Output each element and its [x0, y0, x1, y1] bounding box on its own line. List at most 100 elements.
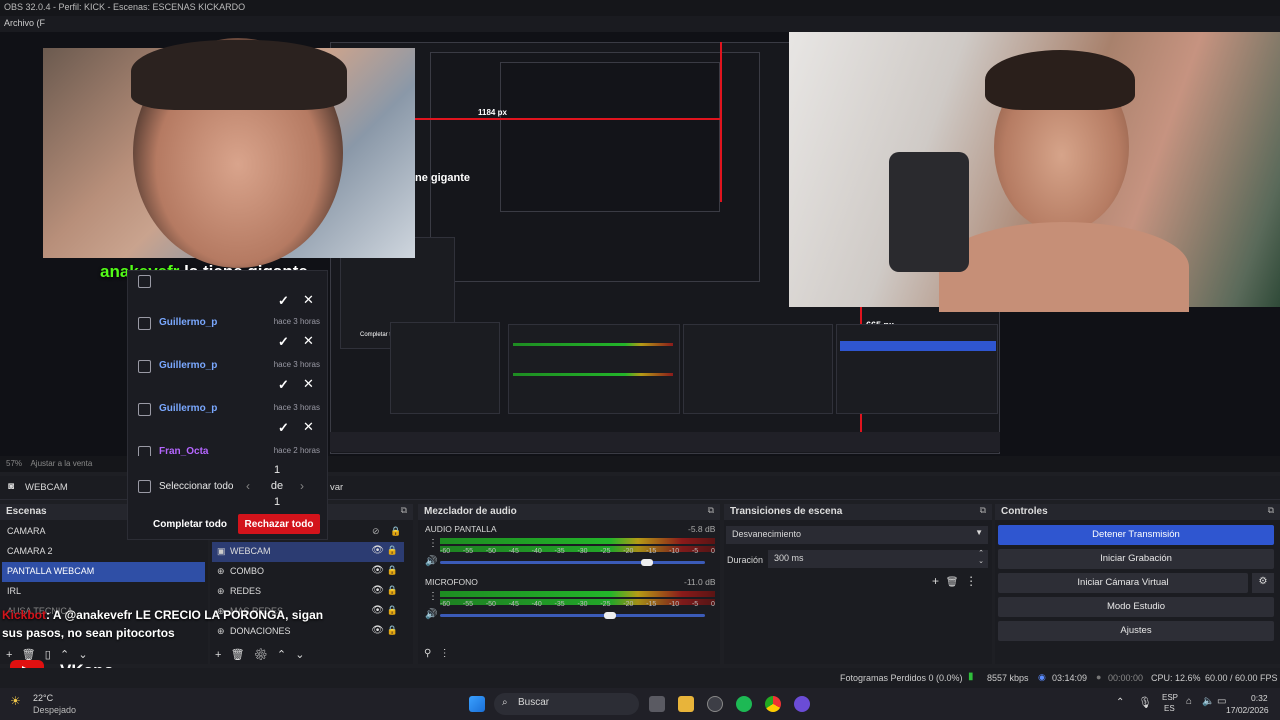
duration-input[interactable]: 300 ms ⌃ ⌄: [768, 550, 988, 568]
gear-icon[interactable]: ⚙: [254, 649, 268, 661]
dock-float-icon[interactable]: ⧉: [708, 505, 714, 516]
source-item-active[interactable]: ▣ WEBCAM 👁 🔒: [212, 542, 404, 562]
dock-float-icon[interactable]: ⧉: [1268, 505, 1274, 516]
virtual-camera-button[interactable]: Iniciar Cámara Virtual: [998, 573, 1248, 593]
volume-icon[interactable]: 🔈: [1202, 696, 1214, 707]
approve-icon[interactable]: ✓: [278, 293, 289, 309]
network-icon[interactable]: ⌂: [1186, 696, 1192, 707]
more-icon[interactable]: ⋮: [428, 538, 438, 549]
filter-icon[interactable]: ▯: [45, 649, 51, 661]
mic-icon[interactable]: 🎙: [1138, 696, 1152, 709]
dock-float-icon[interactable]: ⧉: [980, 505, 986, 516]
lock-icon[interactable]: 🔒: [387, 565, 398, 576]
select-all-checkbox[interactable]: [138, 480, 151, 493]
obs-icon[interactable]: [707, 696, 723, 712]
add-icon[interactable]: +: [932, 574, 939, 588]
speaker-icon[interactable]: 🔊: [425, 609, 437, 620]
volume-slider[interactable]: [440, 614, 705, 617]
eye-icon[interactable]: 👁: [371, 545, 384, 556]
eye-icon[interactable]: 👁: [371, 585, 384, 596]
windows-start-icon[interactable]: [469, 696, 485, 712]
menu-file[interactable]: Archivo (F: [4, 18, 45, 28]
more-icon[interactable]: ⋮: [440, 648, 450, 659]
folder-icon[interactable]: [678, 696, 694, 712]
more-icon[interactable]: ⋮: [965, 574, 977, 588]
eye-icon[interactable]: 👁: [371, 605, 384, 616]
lock-icon[interactable]: 🔒: [387, 625, 398, 636]
app-icon[interactable]: [794, 696, 810, 712]
volume-knob[interactable]: [640, 559, 653, 566]
add-icon[interactable]: +: [6, 649, 12, 661]
trash-icon[interactable]: 🗑: [946, 577, 959, 588]
reject-icon[interactable]: ✕: [303, 376, 314, 392]
approve-icon[interactable]: ✓: [278, 377, 289, 393]
source-item[interactable]: ⊕ COMBO 👁 🔒: [212, 562, 404, 582]
approval-checkbox[interactable]: [138, 446, 151, 456]
start-recording-button[interactable]: Iniciar Grabación: [998, 549, 1274, 569]
more-icon[interactable]: ⋮: [428, 591, 438, 602]
transition-select[interactable]: Desvanecimiento ▼: [726, 526, 988, 544]
up-icon[interactable]: ⌃: [60, 649, 69, 661]
trash-icon[interactable]: 🗑: [231, 649, 245, 661]
eye-icon[interactable]: 👁: [371, 565, 384, 576]
nested-mixer-dock: [508, 324, 680, 414]
stop-stream-button[interactable]: Detener Transmisión: [998, 525, 1274, 545]
stepper-icon[interactable]: ⌃ ⌄: [978, 550, 984, 566]
scene-item[interactable]: CAMARA 2: [2, 542, 205, 562]
preview-canvas[interactable]: 1184 px 665 px ne gigante Completar todo…: [0, 32, 1280, 456]
chrome-icon[interactable]: [765, 696, 781, 712]
approval-checkbox[interactable]: [138, 360, 151, 373]
reject-all-button[interactable]: Rechazar todo: [238, 514, 320, 534]
link-icon[interactable]: ⚲: [424, 648, 431, 659]
source-bar-trailing[interactable]: var: [330, 482, 343, 493]
volume-knob[interactable]: [603, 612, 616, 619]
down-icon[interactable]: ⌄: [295, 649, 304, 661]
approval-checkbox[interactable]: [138, 403, 151, 416]
approve-icon[interactable]: ✓: [278, 420, 289, 436]
up-icon[interactable]: ⌃: [277, 649, 286, 661]
scene-item-active[interactable]: PANTALLA WEBCAM: [2, 562, 205, 582]
lang[interactable]: ESP: [1162, 693, 1178, 702]
reject-icon[interactable]: ✕: [303, 333, 314, 349]
gear-icon[interactable]: ⚙: [1252, 573, 1274, 593]
task-view-icon[interactable]: [649, 696, 665, 712]
clock-time[interactable]: 0:32: [1251, 693, 1268, 703]
lock-icon[interactable]: 🔒: [387, 605, 398, 616]
complete-all-button[interactable]: Completar todo: [148, 514, 232, 534]
reject-icon[interactable]: ✕: [303, 292, 314, 308]
weather-desc[interactable]: Despejado: [33, 705, 76, 715]
lock-icon[interactable]: 🔒: [390, 526, 401, 537]
down-icon[interactable]: ⌄: [78, 649, 87, 661]
record-icon: ●: [1096, 672, 1102, 682]
volume-slider[interactable]: [440, 561, 705, 564]
studio-mode-button[interactable]: Modo Estudio: [998, 597, 1274, 617]
approval-username: Guillermo_p: [159, 403, 218, 414]
page-next-icon[interactable]: ›: [300, 479, 304, 493]
spotify-icon[interactable]: [736, 696, 752, 712]
stream-time: 03:14:09: [1052, 673, 1088, 683]
lock-icon[interactable]: 🔒: [387, 545, 398, 556]
zoom-level[interactable]: 57%: [6, 459, 22, 468]
tray-chevron-icon[interactable]: ⌃: [1116, 697, 1124, 708]
lock-icon[interactable]: 🔒: [387, 585, 398, 596]
source-item[interactable]: ⊕ REDES 👁 🔒: [212, 582, 404, 602]
scene-item[interactable]: IRL: [2, 582, 205, 602]
taskbar-search[interactable]: ⌕ Buscar: [494, 693, 639, 715]
approval-checkbox[interactable]: [138, 275, 151, 288]
clock-date[interactable]: 17/02/2026: [1226, 705, 1269, 715]
eye-icon[interactable]: 👁: [371, 625, 384, 636]
hidden-eye-icon[interactable]: ⊘: [372, 526, 380, 537]
zoom-fit[interactable]: Ajustar a la venta: [30, 459, 92, 468]
approval-time: hace 3 horas: [273, 317, 320, 326]
add-icon[interactable]: +: [215, 649, 221, 661]
settings-button[interactable]: Ajustes: [998, 621, 1274, 641]
approve-icon[interactable]: ✓: [278, 334, 289, 350]
page-prev-icon[interactable]: ‹: [246, 479, 250, 493]
channel-name: MICROFONO: [425, 577, 478, 587]
approval-checkbox[interactable]: [138, 317, 151, 330]
lang2[interactable]: ES: [1164, 704, 1175, 713]
speaker-icon[interactable]: 🔊: [425, 556, 437, 567]
weather-temp[interactable]: 22°C: [33, 693, 53, 703]
dock-float-icon[interactable]: ⧉: [401, 505, 407, 516]
reject-icon[interactable]: ✕: [303, 419, 314, 435]
